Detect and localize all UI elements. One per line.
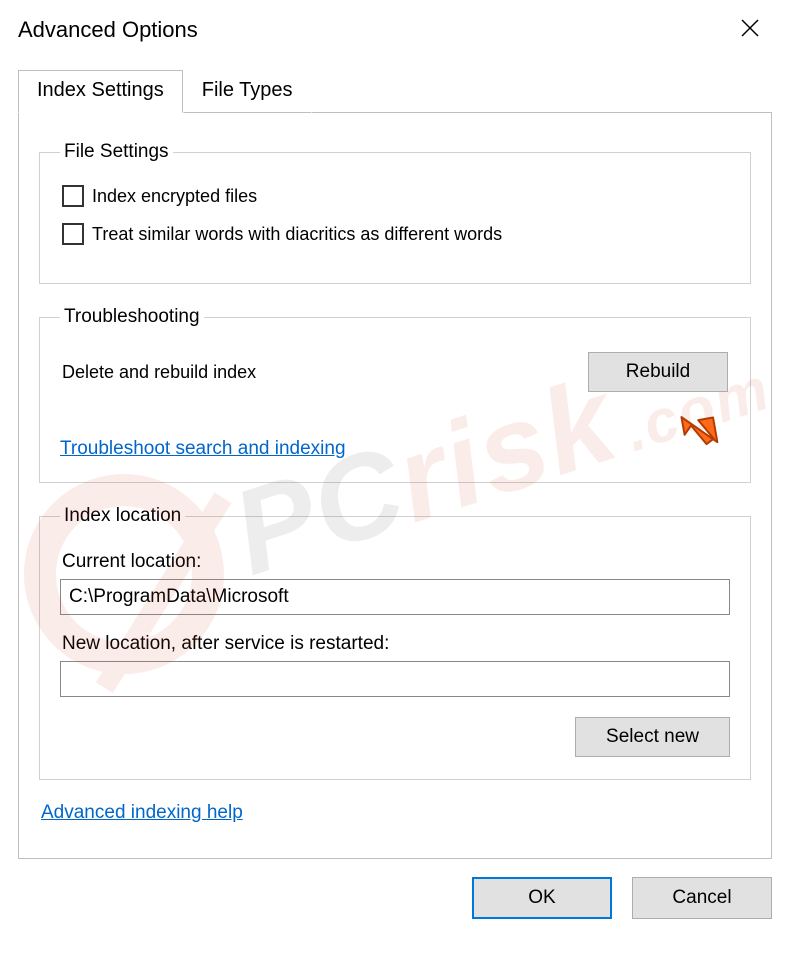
delete-rebuild-label: Delete and rebuild index: [62, 362, 256, 383]
tabs: Index Settings File Types: [18, 70, 772, 113]
current-location-label: Current location:: [62, 551, 728, 573]
index-encrypted-checkbox[interactable]: [62, 185, 84, 207]
tab-index-settings[interactable]: Index Settings: [18, 70, 183, 113]
close-icon[interactable]: [728, 14, 772, 47]
tab-file-types[interactable]: File Types: [183, 72, 312, 113]
tab-panel: File Settings Index encrypted files Trea…: [18, 113, 772, 859]
diacritics-checkbox[interactable]: [62, 223, 84, 245]
footer: OK Cancel: [18, 877, 772, 919]
index-location-group: Index location Current location: New loc…: [39, 505, 751, 780]
troubleshooting-legend: Troubleshooting: [60, 306, 204, 328]
ok-button[interactable]: OK: [472, 877, 612, 919]
rebuild-button[interactable]: Rebuild: [588, 352, 728, 392]
file-settings-legend: File Settings: [60, 141, 173, 163]
troubleshoot-link[interactable]: Troubleshoot search and indexing: [60, 438, 346, 460]
select-new-button[interactable]: Select new: [575, 717, 730, 757]
titlebar: Advanced Options: [0, 0, 790, 56]
current-location-input[interactable]: [60, 579, 730, 615]
new-location-label: New location, after service is restarted…: [62, 633, 728, 655]
advanced-help-link[interactable]: Advanced indexing help: [41, 802, 243, 824]
file-settings-group: File Settings Index encrypted files Trea…: [39, 141, 751, 284]
troubleshooting-group: Troubleshooting Delete and rebuild index…: [39, 306, 751, 483]
diacritics-label: Treat similar words with diacritics as d…: [92, 224, 502, 245]
new-location-input[interactable]: [60, 661, 730, 697]
index-location-legend: Index location: [60, 505, 185, 527]
cancel-button[interactable]: Cancel: [632, 877, 772, 919]
window-title: Advanced Options: [18, 17, 198, 43]
index-encrypted-label: Index encrypted files: [92, 186, 257, 207]
